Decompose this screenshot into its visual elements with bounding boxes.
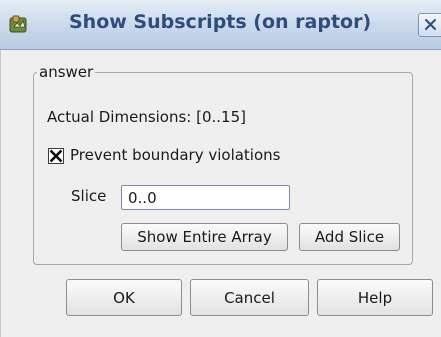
app-icon <box>8 14 30 36</box>
slice-label: Slice <box>71 187 107 205</box>
prevent-boundary-checkbox[interactable] <box>48 148 64 164</box>
slice-input[interactable] <box>121 185 290 210</box>
prevent-boundary-label[interactable]: Prevent boundary violations <box>70 146 280 164</box>
close-button[interactable] <box>418 13 441 37</box>
window-title: Show Subscripts (on raptor) <box>69 11 372 33</box>
show-entire-array-button[interactable]: Show Entire Array <box>121 223 288 251</box>
groupbox-title: answer <box>37 63 96 81</box>
title-bar[interactable]: Show Subscripts (on raptor) <box>0 0 441 50</box>
close-icon <box>425 19 436 30</box>
cancel-button[interactable]: Cancel <box>190 279 309 316</box>
add-slice-button[interactable]: Add Slice <box>299 223 400 251</box>
checkmark-x-icon <box>49 149 63 163</box>
actual-dimensions-label: Actual Dimensions: [0..15] <box>47 108 246 126</box>
help-button[interactable]: Help <box>317 279 433 316</box>
ok-button[interactable]: OK <box>66 279 182 316</box>
